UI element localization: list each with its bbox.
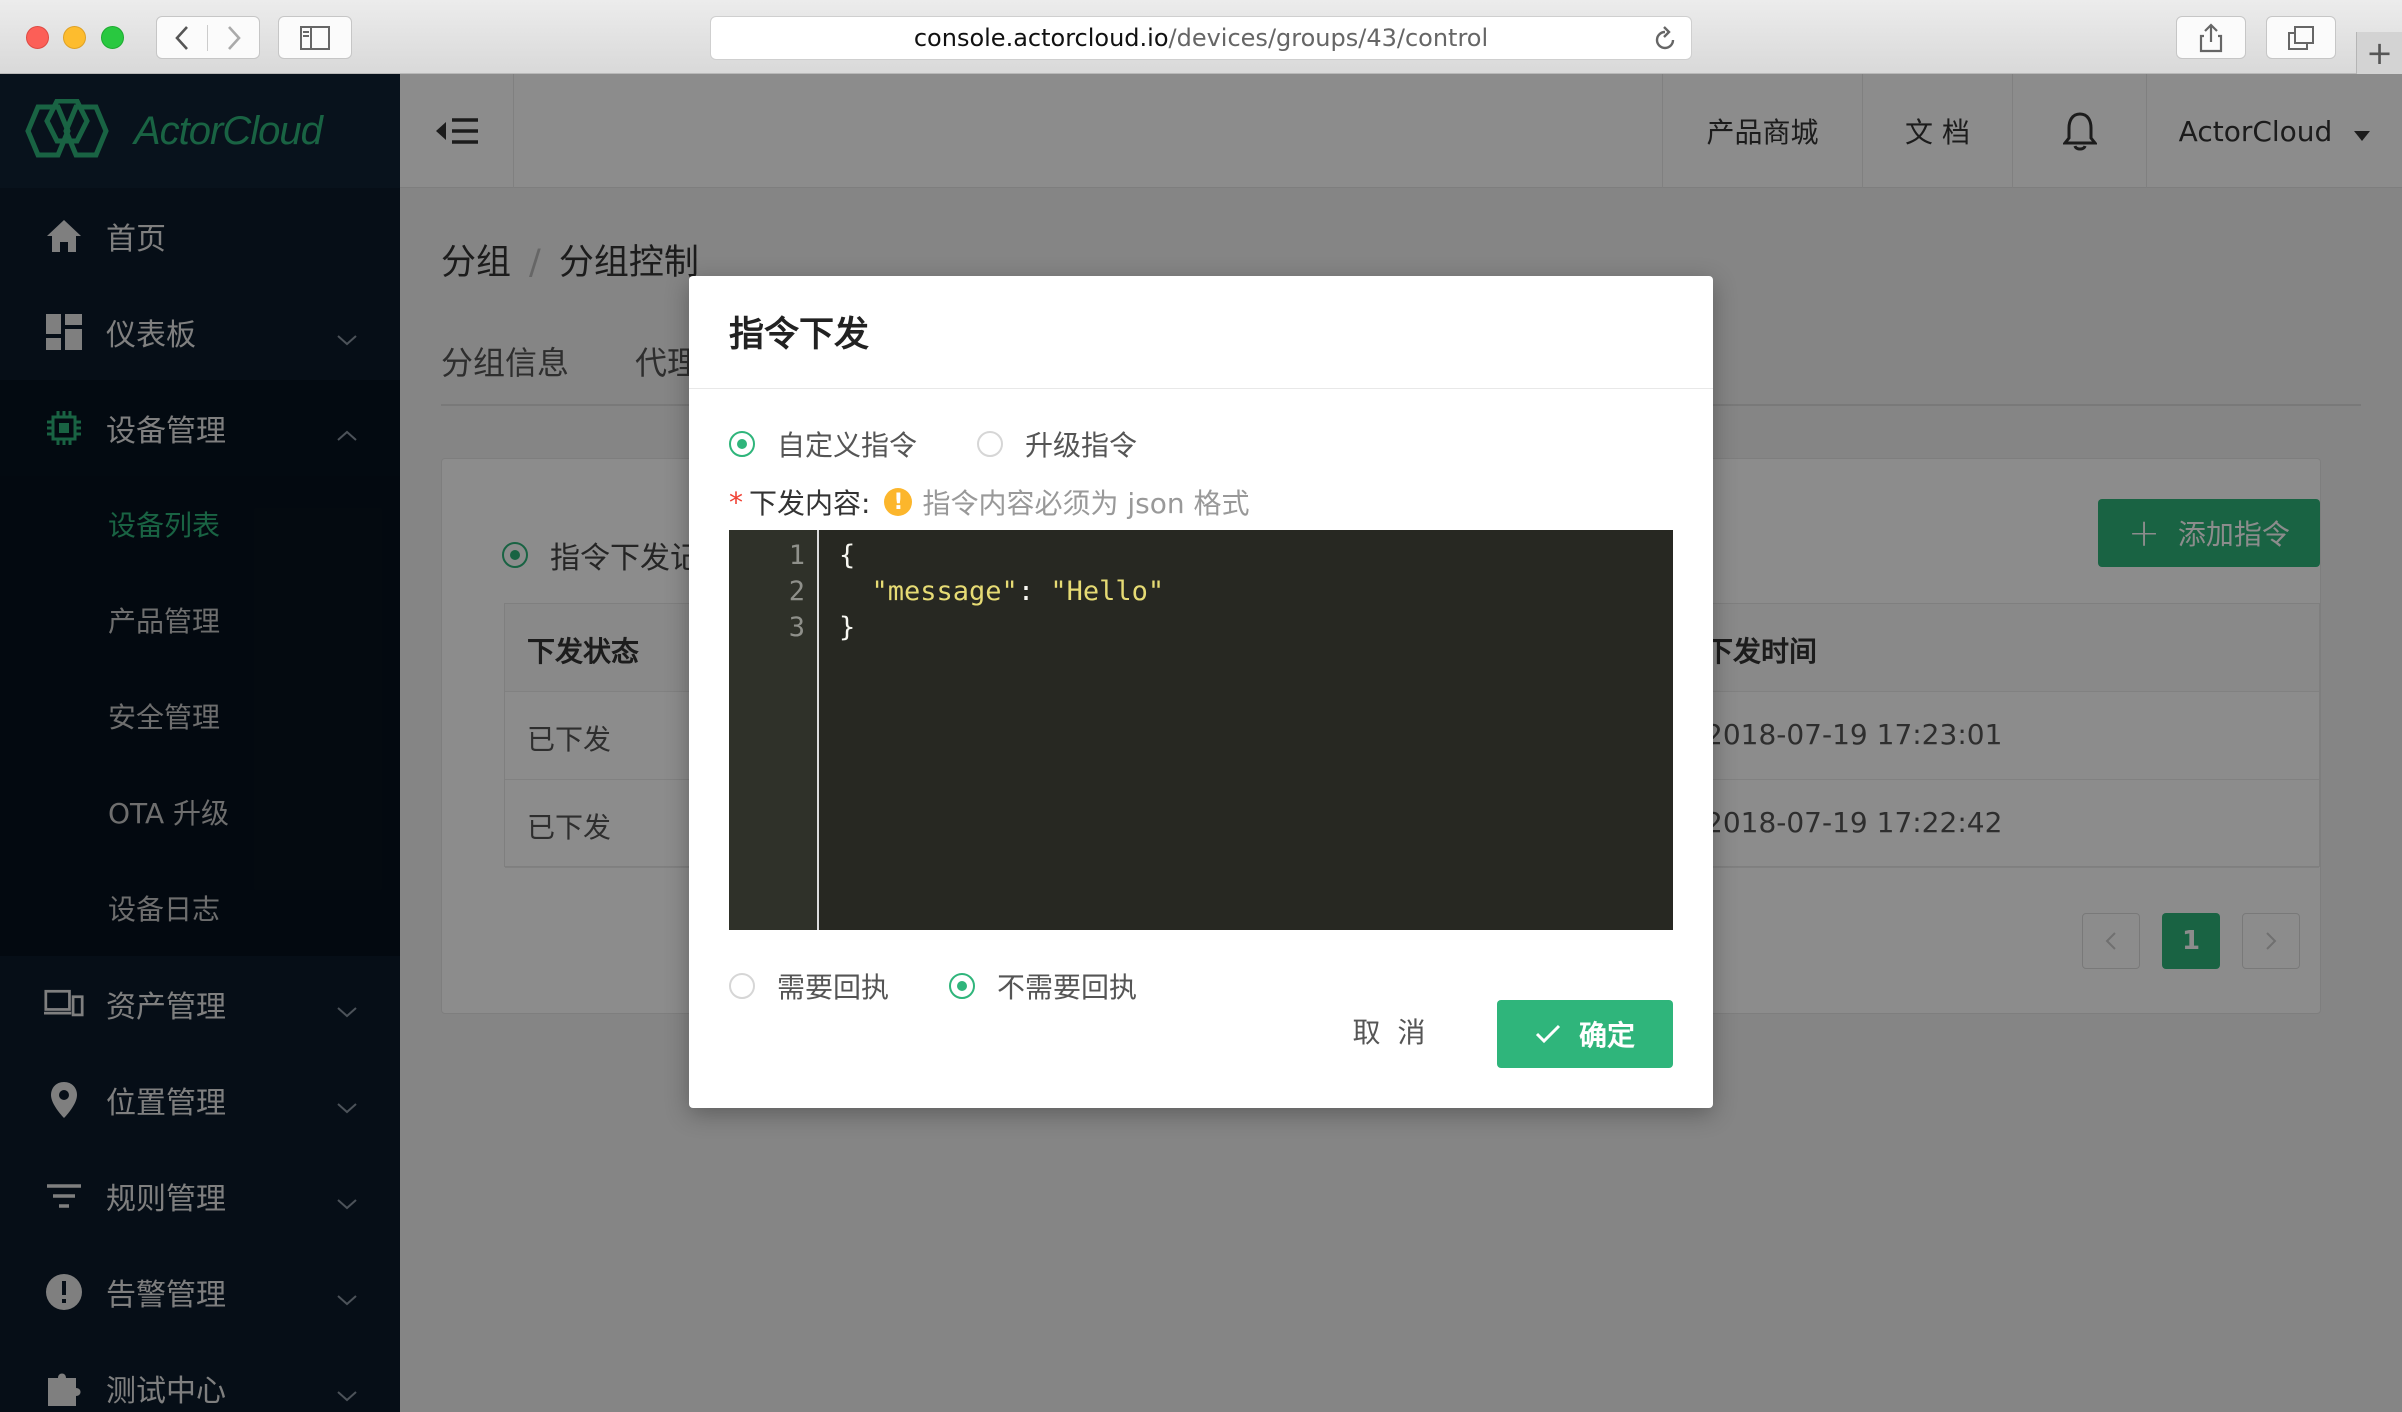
tabs-icon (2288, 25, 2314, 50)
close-window-button[interactable] (26, 26, 49, 49)
share-button[interactable] (2176, 16, 2246, 59)
zoom-window-button[interactable] (101, 26, 124, 49)
content-field-label: * 下发内容: ! 指令内容必须为 json 格式 (729, 482, 1249, 522)
json-colon: : (1017, 576, 1051, 607)
editor-gutter: 1 2 3 (729, 530, 819, 930)
content-hint: 指令内容必须为 json 格式 (922, 487, 1250, 520)
sidebar-toggle-button[interactable] (278, 16, 352, 59)
radio-unselected-icon (729, 973, 755, 999)
json-key: "message" (871, 576, 1018, 607)
back-icon[interactable] (157, 24, 209, 51)
json-value: "Hello" (1050, 576, 1165, 607)
radio-no-ack[interactable]: 不需要回执 (949, 966, 1137, 1006)
radio-need-ack[interactable]: 需要回执 (729, 966, 889, 1006)
line-number: 2 (788, 576, 805, 607)
line-number: 1 (788, 540, 805, 571)
back-forward-group (156, 16, 260, 59)
required-asterisk: * (729, 485, 743, 519)
command-dispatch-dialog: 指令下发 自定义指令 升级指令 * 下发内容: ! 指令内容必须为 json 格… (689, 276, 1713, 1108)
check-icon (1535, 1024, 1561, 1044)
code-line: "message": "Hello" (839, 576, 1165, 607)
tabs-overview-button[interactable] (2266, 16, 2336, 59)
json-code-editor[interactable]: 1 2 3 { "message": "Hello" } (729, 530, 1673, 930)
minimize-window-button[interactable] (63, 26, 86, 49)
radio-upgrade-command-label: 升级指令 (1025, 429, 1138, 462)
plus-icon: + (2366, 34, 2393, 72)
code-line: { (839, 540, 856, 571)
code-line: } (839, 612, 856, 643)
sidebar-icon (300, 25, 330, 50)
command-type-radio-group: 自定义指令 升级指令 (729, 424, 1137, 464)
radio-unselected-icon (977, 431, 1004, 457)
cancel-button[interactable]: 取 消 (1329, 998, 1453, 1064)
share-icon (2199, 22, 2223, 52)
dialog-title: 指令下发 (729, 315, 870, 355)
radio-no-ack-label: 不需要回执 (997, 971, 1138, 1004)
new-tab-button[interactable]: + (2356, 32, 2402, 74)
radio-custom-command[interactable]: 自定义指令 (729, 424, 917, 464)
confirm-button[interactable]: 确定 (1497, 1000, 1673, 1068)
radio-upgrade-command[interactable]: 升级指令 (977, 424, 1137, 464)
line-number: 3 (788, 612, 805, 643)
radio-selected-icon (949, 973, 976, 999)
browser-toolbar: console.actorcloud.io/devices/groups/43/… (0, 0, 2402, 74)
forward-icon[interactable] (208, 25, 259, 51)
content-label: 下发内容: (749, 487, 871, 520)
radio-selected-icon (729, 431, 755, 457)
url-path: /devices/groups/43/control (1168, 24, 1489, 52)
dialog-divider (689, 388, 1713, 389)
reload-icon[interactable] (1653, 26, 1677, 58)
warning-icon: ! (884, 488, 913, 516)
confirm-label: 确定 (1578, 1019, 1635, 1052)
url-host: console.actorcloud.io (913, 24, 1169, 52)
radio-custom-command-label: 自定义指令 (777, 429, 918, 462)
ack-radio-group: 需要回执 不需要回执 (729, 966, 1137, 1006)
radio-need-ack-label: 需要回执 (777, 971, 890, 1004)
address-bar[interactable]: console.actorcloud.io/devices/groups/43/… (710, 16, 1692, 60)
